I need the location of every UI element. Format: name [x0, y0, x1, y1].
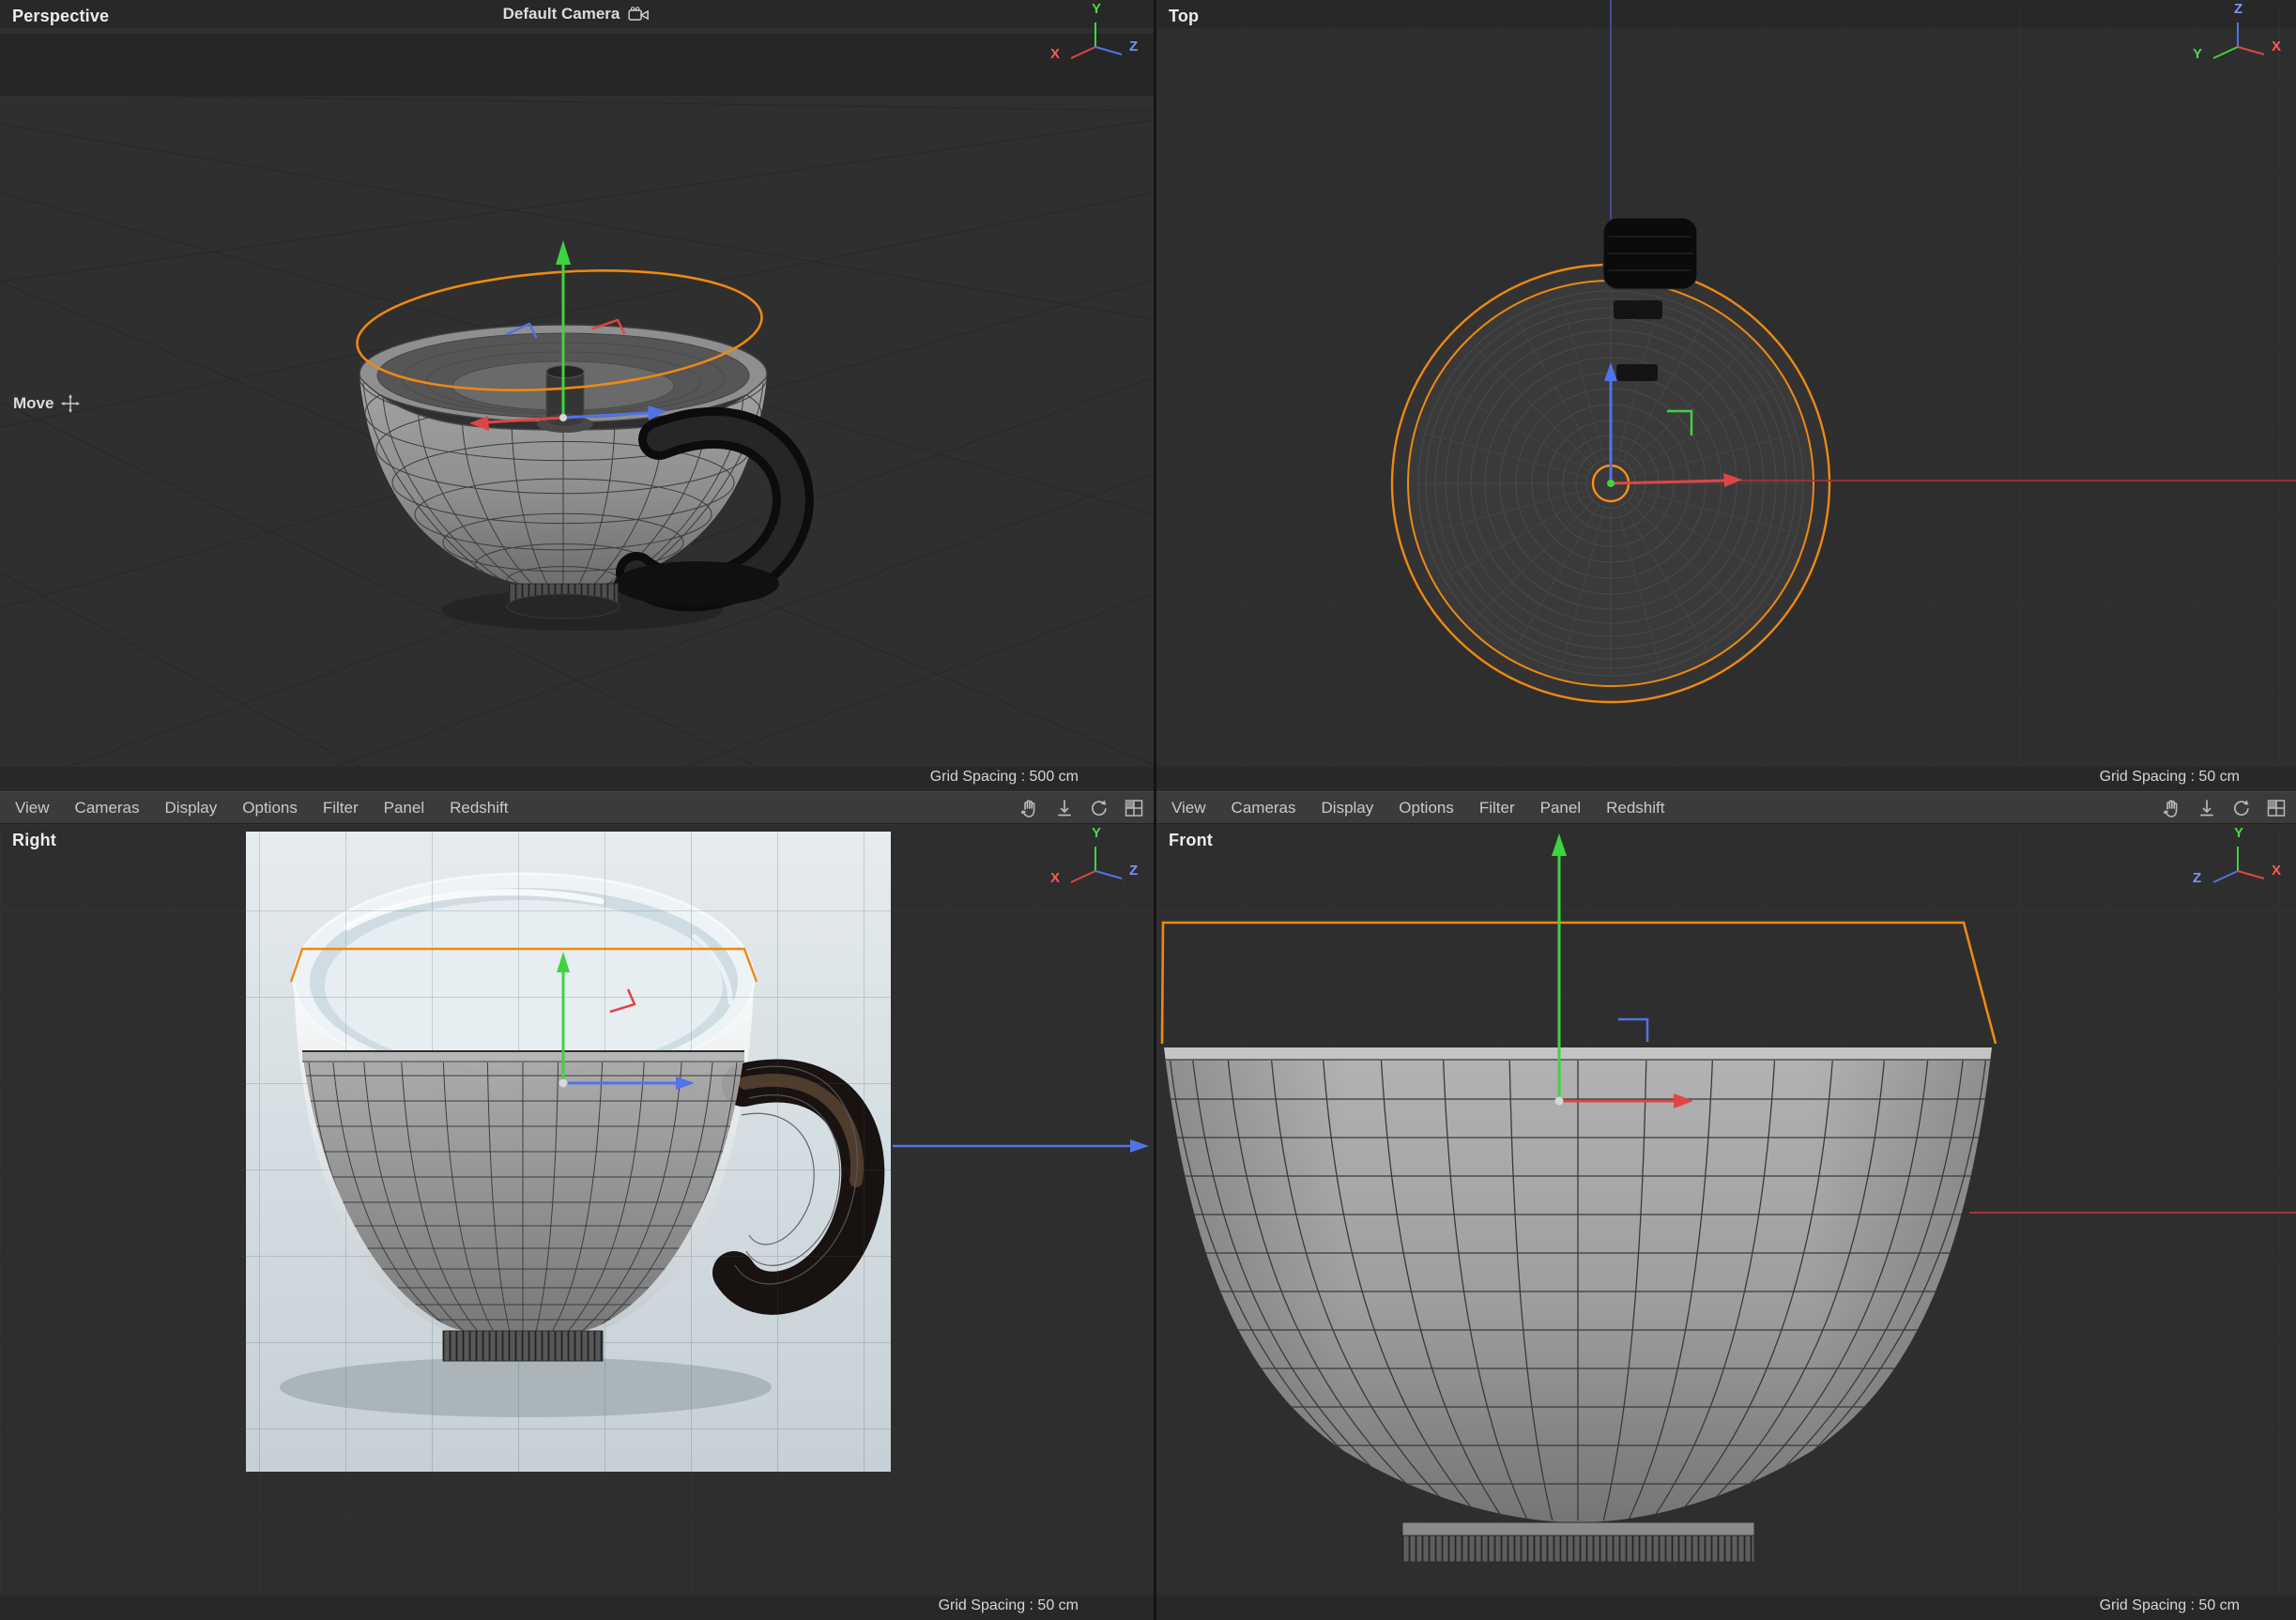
menu-panel[interactable]: Panel	[384, 799, 424, 818]
dolly-icon[interactable]	[1052, 796, 1077, 820]
top-canvas[interactable]	[1156, 0, 2296, 791]
rim-band	[1164, 1047, 1992, 1060]
axis-label-y: Y	[1092, 2, 1101, 16]
axis-label-x: X	[2272, 39, 2281, 53]
axis-orientation-gizmo: Y Z X	[1050, 2, 1140, 75]
header-shade	[1156, 0, 2296, 28]
viewport-nav-icons	[2160, 796, 2288, 820]
grid-spacing-label: Grid Spacing : 50 cm	[2100, 769, 2240, 786]
front-canvas[interactable]	[1156, 824, 2296, 1620]
camera-icon	[628, 7, 651, 22]
viewport-right[interactable]: Right Grid Spacing : 50 cm Y Z X	[0, 824, 1154, 1620]
viewport-top[interactable]: Top Grid Spacing : 50 cm Z X Y	[1156, 0, 2296, 791]
viewport-menubar-right: View Cameras Display Options Filter Pane…	[1156, 791, 2296, 824]
active-tool-label: Move	[13, 394, 80, 413]
menu-panel[interactable]: Panel	[1540, 799, 1581, 818]
perspective-canvas[interactable]	[0, 0, 1154, 791]
viewport-label-top: Top	[1169, 7, 1199, 26]
cup-base	[507, 584, 620, 619]
menu-display[interactable]: Display	[1322, 799, 1374, 818]
camera-label: Default Camera	[503, 5, 620, 23]
menu-options[interactable]: Options	[1399, 799, 1454, 818]
grid-spacing-label: Grid Spacing : 50 cm	[939, 1597, 1079, 1614]
axis-label-z: Z	[2193, 871, 2201, 885]
pan-hand-icon[interactable]	[2160, 796, 2184, 820]
menu-filter[interactable]: Filter	[1479, 799, 1515, 818]
axis-label-z: Z	[1129, 39, 1138, 53]
gizmo-center[interactable]	[559, 1079, 568, 1088]
cup-base-side	[443, 1331, 603, 1361]
gizmo-center[interactable]	[559, 414, 567, 421]
axis-label-y: Y	[2234, 826, 2243, 840]
dolly-icon[interactable]	[2195, 796, 2219, 820]
horizon-band	[0, 34, 1154, 96]
menu-cameras[interactable]: Cameras	[1232, 799, 1296, 818]
axis-label-y: Y	[1092, 826, 1101, 840]
viewport-label-perspective: Perspective	[12, 7, 109, 26]
menu-redshift[interactable]: Redshift	[450, 799, 508, 818]
grid-spacing-label: Grid Spacing : 50 cm	[2100, 1597, 2240, 1614]
menu-view[interactable]: View	[15, 799, 50, 818]
move-tool-icon	[61, 394, 80, 413]
menu-redshift[interactable]: Redshift	[1606, 799, 1664, 818]
axis-label-z: Z	[2234, 2, 2242, 16]
axis-label-z: Z	[1129, 863, 1138, 878]
viewport-nav-icons	[1018, 796, 1146, 820]
bowl-base-front	[1402, 1522, 1754, 1562]
application-window: Perspective Default Camera Move Grid Spa…	[0, 0, 2296, 1620]
viewport-label-front: Front	[1169, 831, 1213, 850]
gizmo-center[interactable]	[1555, 1097, 1564, 1106]
menu-cameras[interactable]: Cameras	[75, 799, 140, 818]
rotate-camera-icon[interactable]	[2229, 796, 2254, 820]
menu-display[interactable]: Display	[165, 799, 218, 818]
menu-options[interactable]: Options	[242, 799, 298, 818]
viewport-front[interactable]: Front Grid Spacing : 50 cm Y X Z	[1156, 824, 2296, 1620]
model-rim-band	[302, 1051, 744, 1062]
axis-label-x: X	[2272, 863, 2281, 878]
rotate-camera-icon[interactable]	[1087, 796, 1111, 820]
axis-orientation-gizmo: Z X Y	[2193, 2, 2283, 75]
camera-selector[interactable]: Default Camera	[503, 5, 651, 23]
axis-label-x: X	[1050, 47, 1060, 61]
gizmo-center[interactable]	[1607, 480, 1615, 487]
menu-items: View Cameras Display Options Filter Pane…	[15, 799, 509, 818]
viewport-perspective[interactable]: Perspective Default Camera Move Grid Spa…	[0, 0, 1154, 791]
viewport-menubar-left: View Cameras Display Options Filter Pane…	[0, 791, 1154, 824]
grid-spacing-label: Grid Spacing : 500 cm	[930, 769, 1079, 786]
menu-view[interactable]: View	[1171, 799, 1206, 818]
axis-label-x: X	[1050, 871, 1060, 885]
axis-orientation-gizmo: Y X Z	[2193, 826, 2283, 899]
viewport-toggle-icon[interactable]	[1122, 796, 1146, 820]
axis-orientation-gizmo: Y Z X	[1050, 826, 1140, 899]
viewport-label-right: Right	[12, 831, 56, 850]
tool-name: Move	[13, 394, 54, 413]
viewport-toggle-icon[interactable]	[2264, 796, 2288, 820]
menu-filter[interactable]: Filter	[323, 799, 359, 818]
axis-label-y: Y	[2193, 47, 2202, 61]
right-canvas[interactable]	[0, 824, 1154, 1620]
pan-hand-icon[interactable]	[1018, 796, 1042, 820]
menu-items: View Cameras Display Options Filter Pane…	[1171, 799, 1665, 818]
